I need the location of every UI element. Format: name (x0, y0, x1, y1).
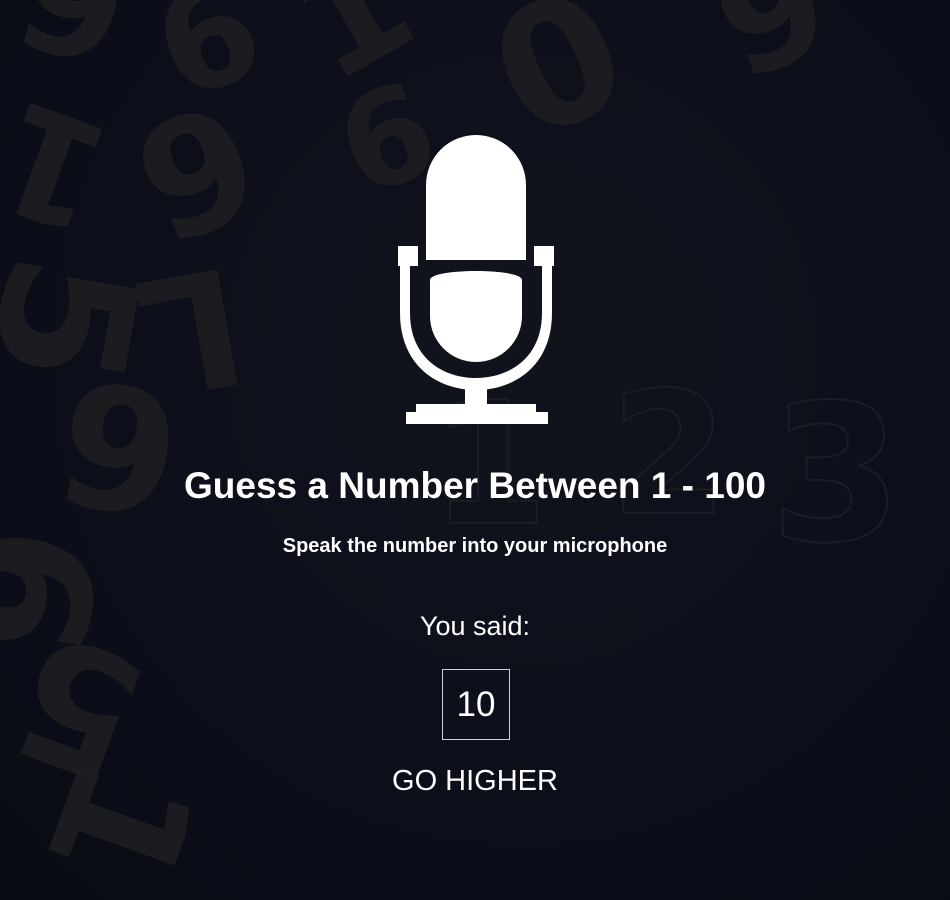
guess-hint: GO HIGHER (392, 765, 558, 797)
main-content: Guess a Number Between 1 - 100 Speak the… (0, 0, 950, 900)
instruction-text: Speak the number into your microphone (282, 535, 668, 557)
spoken-number-display: 10 (442, 669, 510, 740)
microphone-icon[interactable] (388, 128, 564, 426)
page-title: Guess a Number Between 1 - 100 (184, 465, 766, 506)
you-said-label: You said: (419, 611, 531, 641)
